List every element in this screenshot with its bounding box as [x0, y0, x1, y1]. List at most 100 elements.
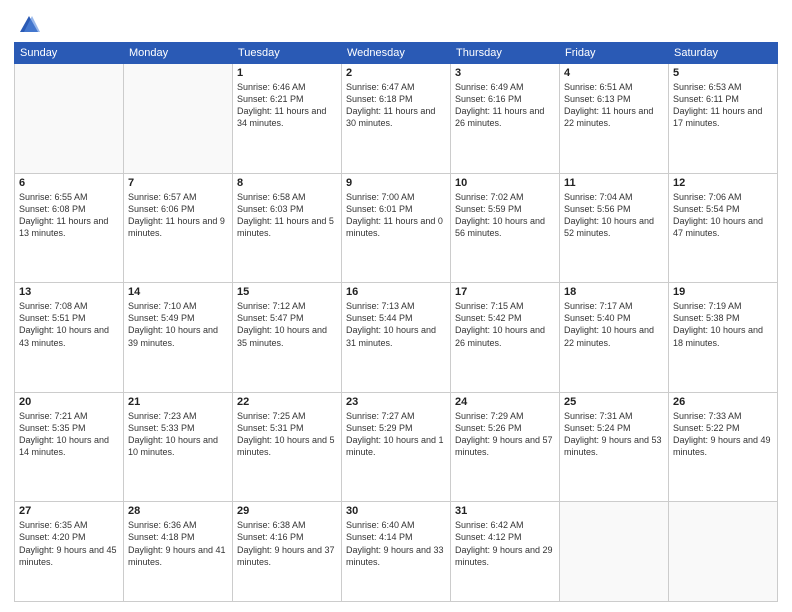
calendar-cell: 3 Sunrise: 6:49 AM Sunset: 6:16 PM Daylig… [451, 64, 560, 174]
page: SundayMondayTuesdayWednesdayThursdayFrid… [0, 0, 792, 612]
day-info: Sunrise: 7:10 AM Sunset: 5:49 PM Dayligh… [128, 300, 228, 349]
day-number: 30 [346, 505, 446, 517]
week-row-1: 1Sunrise: 6:46 AM Sunset: 6:21 PM Daylig… [15, 64, 778, 174]
day-info: Sunrise: 6:55 AM Sunset: 6:08 PM Dayligh… [19, 191, 119, 240]
day-number: 13 [19, 286, 119, 298]
day-number: 18 [564, 286, 664, 298]
day-info: Sunrise: 7:12 AM Sunset: 5:47 PM Dayligh… [237, 300, 337, 349]
day-number: 15 [237, 286, 337, 298]
day-info: Sunrise: 6:47 AM Sunset: 6:18 PM Dayligh… [346, 81, 446, 130]
calendar-cell: 10Sunrise: 7:02 AM Sunset: 5:59 PM Dayli… [451, 173, 560, 283]
calendar-cell: 13 Sunrise: 7:08 AM Sunset: 5:51 PM Dayli… [15, 283, 124, 393]
header-tuesday: Tuesday [233, 43, 342, 64]
calendar-cell [15, 64, 124, 174]
day-number: 16 [346, 286, 446, 298]
day-info: Sunrise: 7:17 AM Sunset: 5:40 PM Dayligh… [564, 300, 664, 349]
week-row-2: 6 Sunrise: 6:55 AM Sunset: 6:08 PM Daylig… [15, 173, 778, 283]
logo-icon [18, 14, 40, 36]
header-sunday: Sunday [15, 43, 124, 64]
header-wednesday: Wednesday [342, 43, 451, 64]
day-number: 17 [455, 286, 555, 298]
day-info: Sunrise: 7:06 AM Sunset: 5:54 PM Dayligh… [673, 191, 773, 240]
calendar-cell: 12 Sunrise: 7:06 AM Sunset: 5:54 PM Dayli… [669, 173, 778, 283]
calendar-cell: 11Sunrise: 7:04 AM Sunset: 5:56 PM Dayli… [560, 173, 669, 283]
day-number: 24 [455, 396, 555, 408]
day-info: Sunrise: 7:15 AM Sunset: 5:42 PM Dayligh… [455, 300, 555, 349]
calendar-table: SundayMondayTuesdayWednesdayThursdayFrid… [14, 42, 778, 602]
day-info: Sunrise: 6:53 AM Sunset: 6:11 PM Dayligh… [673, 81, 773, 130]
day-info: Sunrise: 6:42 AM Sunset: 4:12 PM Dayligh… [455, 519, 555, 568]
calendar-cell: 14 Sunrise: 7:10 AM Sunset: 5:49 PM Dayli… [124, 283, 233, 393]
day-info: Sunrise: 7:19 AM Sunset: 5:38 PM Dayligh… [673, 300, 773, 349]
calendar-cell: 9 Sunrise: 7:00 AM Sunset: 6:01 PM Daylig… [342, 173, 451, 283]
day-number: 21 [128, 396, 228, 408]
day-info: Sunrise: 7:00 AM Sunset: 6:01 PM Dayligh… [346, 191, 446, 240]
day-number: 20 [19, 396, 119, 408]
day-number: 12 [673, 177, 773, 189]
day-info: Sunrise: 6:57 AM Sunset: 6:06 PM Dayligh… [128, 191, 228, 240]
day-number: 9 [346, 177, 446, 189]
day-number: 26 [673, 396, 773, 408]
week-row-5: 27 Sunrise: 6:35 AM Sunset: 4:20 PM Dayli… [15, 502, 778, 602]
day-info: Sunrise: 7:31 AM Sunset: 5:24 PM Dayligh… [564, 410, 664, 459]
day-number: 14 [128, 286, 228, 298]
day-info: Sunrise: 6:38 AM Sunset: 4:16 PM Dayligh… [237, 519, 337, 568]
day-number: 19 [673, 286, 773, 298]
calendar-cell: 20Sunrise: 7:21 AM Sunset: 5:35 PM Dayli… [15, 392, 124, 502]
day-number: 27 [19, 505, 119, 517]
day-number: 29 [237, 505, 337, 517]
calendar-cell: 30 Sunrise: 6:40 AM Sunset: 4:14 PM Dayli… [342, 502, 451, 602]
calendar-cell: 19 Sunrise: 7:19 AM Sunset: 5:38 PM Dayli… [669, 283, 778, 393]
header-saturday: Saturday [669, 43, 778, 64]
calendar-cell: 31 Sunrise: 6:42 AM Sunset: 4:12 PM Dayli… [451, 502, 560, 602]
calendar-cell: 7 Sunrise: 6:57 AM Sunset: 6:06 PM Daylig… [124, 173, 233, 283]
calendar-cell [124, 64, 233, 174]
calendar-cell: 29 Sunrise: 6:38 AM Sunset: 4:16 PM Dayli… [233, 502, 342, 602]
day-number: 3 [455, 67, 555, 79]
day-info: Sunrise: 6:36 AM Sunset: 4:18 PM Dayligh… [128, 519, 228, 568]
calendar-cell: 21 Sunrise: 7:23 AM Sunset: 5:33 PM Dayli… [124, 392, 233, 502]
day-number: 6 [19, 177, 119, 189]
day-number: 23 [346, 396, 446, 408]
day-info: Sunrise: 6:51 AM Sunset: 6:13 PM Dayligh… [564, 81, 664, 130]
calendar-cell: 22Sunrise: 7:25 AM Sunset: 5:31 PM Dayli… [233, 392, 342, 502]
day-info: Sunrise: 6:35 AM Sunset: 4:20 PM Dayligh… [19, 519, 119, 568]
day-info: Sunrise: 6:58 AM Sunset: 6:03 PM Dayligh… [237, 191, 337, 240]
calendar-cell: 8 Sunrise: 6:58 AM Sunset: 6:03 PM Daylig… [233, 173, 342, 283]
calendar-cell: 28 Sunrise: 6:36 AM Sunset: 4:18 PM Dayli… [124, 502, 233, 602]
day-info: Sunrise: 7:27 AM Sunset: 5:29 PM Dayligh… [346, 410, 446, 459]
day-info: Sunrise: 6:49 AM Sunset: 6:16 PM Dayligh… [455, 81, 555, 130]
calendar-cell: 26Sunrise: 7:33 AM Sunset: 5:22 PM Dayli… [669, 392, 778, 502]
day-number: 31 [455, 505, 555, 517]
calendar-cell: 18 Sunrise: 7:17 AM Sunset: 5:40 PM Dayli… [560, 283, 669, 393]
day-number: 7 [128, 177, 228, 189]
day-info: Sunrise: 7:08 AM Sunset: 5:51 PM Dayligh… [19, 300, 119, 349]
week-row-4: 20Sunrise: 7:21 AM Sunset: 5:35 PM Dayli… [15, 392, 778, 502]
calendar-cell: 5Sunrise: 6:53 AM Sunset: 6:11 PM Daylig… [669, 64, 778, 174]
day-number: 2 [346, 67, 446, 79]
calendar-cell: 25 Sunrise: 7:31 AM Sunset: 5:24 PM Dayli… [560, 392, 669, 502]
header [14, 10, 778, 36]
calendar-cell: 6 Sunrise: 6:55 AM Sunset: 6:08 PM Daylig… [15, 173, 124, 283]
day-number: 28 [128, 505, 228, 517]
calendar-header-row: SundayMondayTuesdayWednesdayThursdayFrid… [15, 43, 778, 64]
calendar-cell: 15 Sunrise: 7:12 AM Sunset: 5:47 PM Dayli… [233, 283, 342, 393]
calendar-cell: 23 Sunrise: 7:27 AM Sunset: 5:29 PM Dayli… [342, 392, 451, 502]
calendar-cell: 24 Sunrise: 7:29 AM Sunset: 5:26 PM Dayli… [451, 392, 560, 502]
day-number: 1 [237, 67, 337, 79]
day-info: Sunrise: 7:13 AM Sunset: 5:44 PM Dayligh… [346, 300, 446, 349]
day-info: Sunrise: 6:40 AM Sunset: 4:14 PM Dayligh… [346, 519, 446, 568]
header-friday: Friday [560, 43, 669, 64]
day-info: Sunrise: 7:29 AM Sunset: 5:26 PM Dayligh… [455, 410, 555, 459]
calendar-cell: 16 Sunrise: 7:13 AM Sunset: 5:44 PM Dayli… [342, 283, 451, 393]
calendar-cell: 27 Sunrise: 6:35 AM Sunset: 4:20 PM Dayli… [15, 502, 124, 602]
day-number: 11 [564, 177, 664, 189]
header-monday: Monday [124, 43, 233, 64]
day-info: Sunrise: 7:23 AM Sunset: 5:33 PM Dayligh… [128, 410, 228, 459]
day-number: 22 [237, 396, 337, 408]
logo [14, 14, 40, 36]
calendar-cell: 2 Sunrise: 6:47 AM Sunset: 6:18 PM Daylig… [342, 64, 451, 174]
week-row-3: 13 Sunrise: 7:08 AM Sunset: 5:51 PM Dayli… [15, 283, 778, 393]
day-number: 25 [564, 396, 664, 408]
day-number: 8 [237, 177, 337, 189]
